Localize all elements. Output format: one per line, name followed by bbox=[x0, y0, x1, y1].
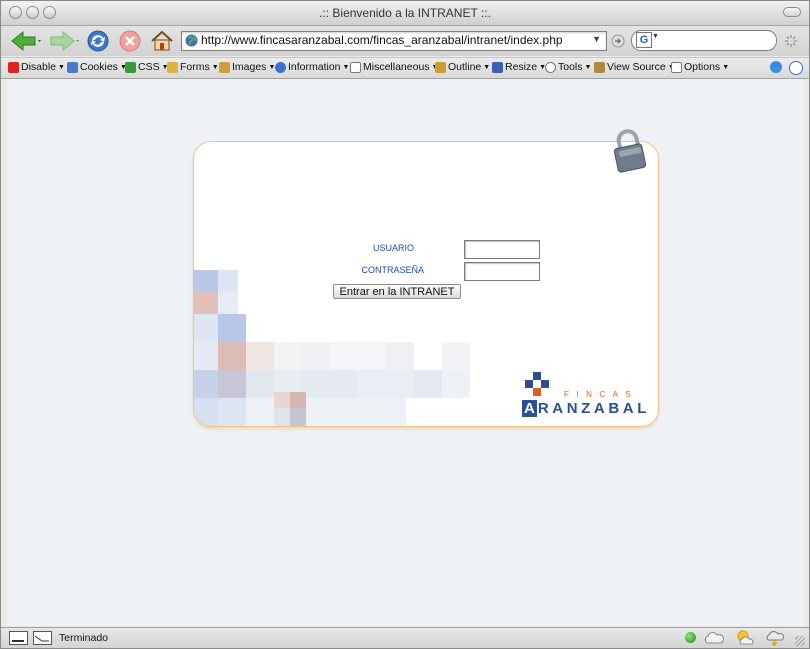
forward-button[interactable] bbox=[47, 28, 81, 54]
stop-icon bbox=[119, 30, 141, 52]
tools-icon bbox=[545, 61, 556, 73]
loading-spinner-icon bbox=[785, 35, 797, 47]
disable-icon bbox=[8, 61, 19, 73]
reload-icon bbox=[87, 30, 109, 52]
window-title: .:: Bienvenido a la INTRANET ::. bbox=[319, 6, 491, 20]
devbar-item-miscellaneous[interactable]: Miscellaneous▼ bbox=[350, 61, 438, 73]
go-icon bbox=[611, 34, 625, 48]
css-icon bbox=[125, 61, 136, 73]
weather-sun-cloud-icon[interactable] bbox=[735, 630, 757, 646]
devbar-item-resize[interactable]: Resize ▼ bbox=[492, 61, 546, 73]
title-bar: .:: Bienvenido a la INTRANET ::. bbox=[1, 1, 809, 26]
globe-icon bbox=[185, 34, 198, 47]
address-bar[interactable]: http://www.fincasaranzabal.com/fincas_ar… bbox=[181, 31, 607, 51]
logo-top-word: FINCAS bbox=[564, 390, 639, 399]
connection-status-icon bbox=[685, 632, 696, 643]
images-icon bbox=[219, 61, 230, 73]
weather-storm-icon[interactable] bbox=[765, 630, 787, 646]
company-logo: FINCAS A RANZABAL bbox=[522, 370, 652, 422]
devbar-item-cookies[interactable]: Cookies ▼ bbox=[67, 61, 127, 73]
padlock-icon bbox=[613, 129, 647, 173]
devbar-item-outline[interactable]: Outline ▼ bbox=[435, 61, 490, 73]
back-arrow-icon bbox=[11, 30, 41, 52]
forward-arrow-icon bbox=[50, 30, 79, 52]
devbar-item-view-source[interactable]: View Source▼ bbox=[594, 61, 675, 73]
home-icon bbox=[151, 30, 173, 51]
back-button[interactable] bbox=[9, 28, 43, 54]
devbar-item-images[interactable]: Images ▼ bbox=[219, 61, 275, 73]
toolbar-toggle-button[interactable] bbox=[783, 7, 801, 17]
search-engine-dropdown-icon[interactable]: ▼ bbox=[652, 33, 659, 40]
devbar-item-tools[interactable]: Tools ▼ bbox=[545, 61, 591, 73]
resize-grip-icon[interactable] bbox=[795, 636, 805, 646]
info-icon[interactable] bbox=[789, 61, 803, 75]
status-monitor-icon[interactable] bbox=[9, 631, 28, 645]
status-bar: Terminado bbox=[1, 627, 809, 648]
reload-button[interactable] bbox=[85, 28, 111, 54]
password-label: CONTRASEÑA bbox=[361, 265, 424, 275]
devbar-item-disable[interactable]: Disable ▼ bbox=[8, 61, 65, 73]
username-label: USUARIO bbox=[372, 243, 414, 253]
devbar-item-forms[interactable]: Forms ▼ bbox=[167, 61, 219, 73]
search-input[interactable]: G ▼ bbox=[631, 30, 777, 51]
devbar-item-css[interactable]: CSS ▼ bbox=[125, 61, 169, 73]
options-icon bbox=[671, 61, 682, 73]
miscellaneous-icon bbox=[350, 61, 361, 73]
forms-icon bbox=[167, 61, 178, 73]
resize-icon bbox=[492, 61, 503, 73]
devbar-item-information[interactable]: Information ▼ bbox=[275, 61, 349, 73]
login-panel: USUARIO CONTRASEÑA Entrar en la INTRANET… bbox=[193, 141, 659, 427]
outline-icon bbox=[435, 61, 446, 73]
cloud-icon[interactable] bbox=[703, 631, 725, 645]
go-button[interactable] bbox=[609, 28, 627, 54]
login-submit-button[interactable]: Entrar en la INTRANET bbox=[333, 284, 461, 299]
page-content: USUARIO CONTRASEÑA Entrar en la INTRANET… bbox=[7, 79, 804, 626]
browser-window: .:: Bienvenido a la INTRANET ::. http://… bbox=[0, 0, 810, 649]
devbar-item-options[interactable]: Options ▼ bbox=[671, 61, 729, 73]
username-input[interactable] bbox=[464, 240, 540, 259]
navigation-toolbar: http://www.fincasaranzabal.com/fincas_ar… bbox=[1, 26, 809, 56]
status-graph-icon[interactable] bbox=[33, 631, 52, 645]
cookies-icon bbox=[67, 61, 78, 73]
stop-button[interactable] bbox=[117, 28, 143, 54]
throbber bbox=[783, 28, 799, 54]
logo-name: A RANZABAL bbox=[522, 400, 650, 417]
web-developer-toolbar: Disable ▼ Cookies ▼ CSS ▼ Forms ▼ Images ▼ In… bbox=[1, 57, 809, 79]
view-source-icon bbox=[594, 61, 605, 73]
url-history-dropdown-icon[interactable]: ▼ bbox=[592, 34, 601, 44]
validation-ok-icon[interactable] bbox=[770, 61, 782, 73]
home-button[interactable] bbox=[149, 28, 175, 54]
url-text: http://www.fincasaranzabal.com/fincas_ar… bbox=[201, 33, 563, 47]
status-text: Terminado bbox=[59, 632, 109, 644]
google-search-icon: G bbox=[636, 32, 652, 48]
password-input[interactable] bbox=[464, 262, 540, 281]
information-icon bbox=[275, 61, 286, 73]
